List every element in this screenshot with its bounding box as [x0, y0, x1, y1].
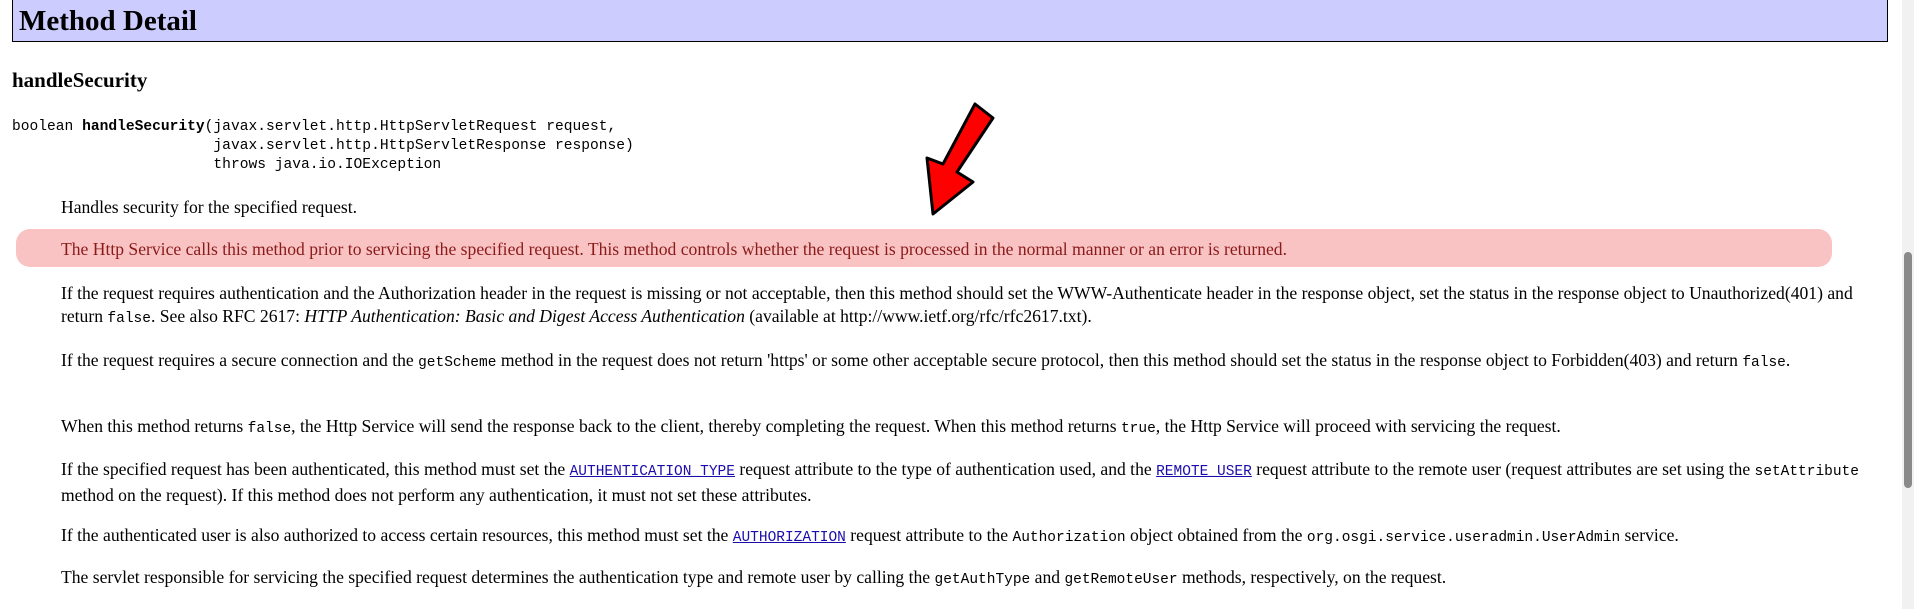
remote-user-link[interactable]: REMOTE_USER [1156, 464, 1252, 480]
description-paragraph-6: If the specified request has been authen… [61, 459, 1859, 505]
code-true: true [1120, 421, 1156, 437]
vertical-scrollbar[interactable] [1902, 0, 1914, 609]
method-detail-header: Method Detail [12, 0, 1888, 42]
code-setattribute: setAttribute [1754, 464, 1859, 480]
scrollbar-thumb[interactable] [1904, 252, 1912, 488]
code-false: false [247, 421, 292, 437]
method-name-heading: handleSecurity [12, 68, 148, 92]
description-paragraph-3: If the request requires authentication a… [61, 283, 1853, 327]
code-authorization: Authorization [1012, 530, 1126, 546]
signature-params-1: (javax.servlet.http.HttpServletRequest r… [204, 119, 617, 135]
code-getauthtype: getAuthType [934, 572, 1031, 588]
red-arrow-icon [925, 102, 995, 216]
description-paragraph-5: When this method returns false, the Http… [61, 416, 1561, 437]
code-getremoteuser: getRemoteUser [1064, 572, 1178, 588]
rfc-title: HTTP Authentication: Basic and Digest Ac… [304, 306, 745, 326]
code-getscheme: getScheme [418, 355, 497, 371]
description-paragraph-2-highlighted: The Http Service calls this method prior… [61, 239, 1287, 259]
description-paragraph-7: If the authenticated user is also author… [61, 525, 1679, 546]
code-false: false [107, 311, 151, 327]
method-signature: boolean handleSecurity(javax.servlet.htt… [12, 118, 634, 175]
description-paragraph-8: The servlet responsible for servicing th… [61, 567, 1447, 588]
code-false: false [1742, 355, 1786, 371]
authentication-type-link[interactable]: AUTHENTICATION_TYPE [570, 464, 735, 480]
signature-params-2: javax.servlet.http.HttpServletResponse r… [12, 138, 634, 154]
description-paragraph-4: If the request requires a secure connect… [61, 350, 1791, 371]
code-useradmin: org.osgi.service.useradmin.UserAdmin [1306, 530, 1621, 546]
signature-method-name: handleSecurity [82, 119, 205, 135]
authorization-link[interactable]: AUTHORIZATION [733, 530, 846, 546]
signature-throws: throws java.io.IOException [12, 157, 442, 173]
return-type: boolean [12, 119, 83, 135]
page-title: Method Detail [19, 5, 197, 37]
